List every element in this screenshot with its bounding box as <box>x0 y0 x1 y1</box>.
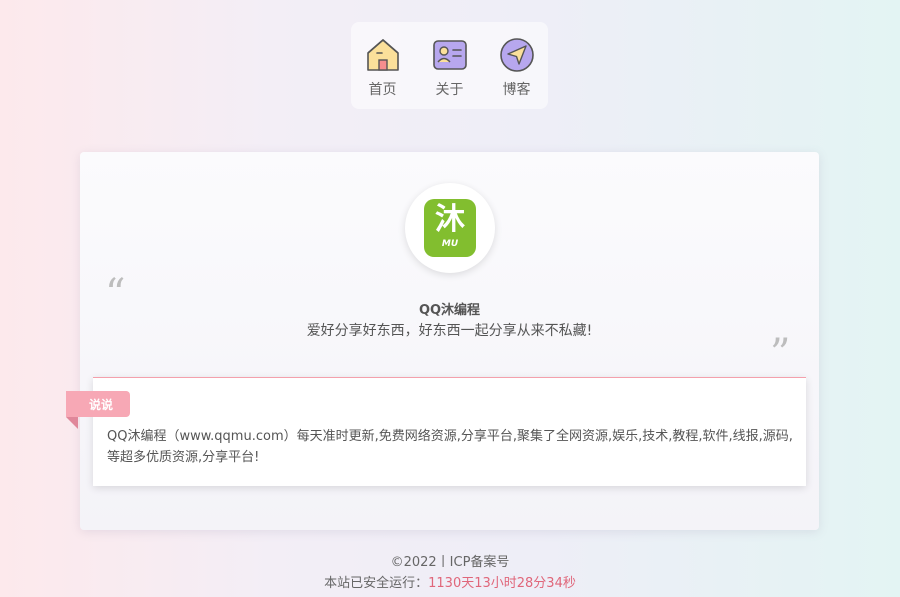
nav-item-home[interactable]: 首页 <box>363 36 403 109</box>
avatar[interactable]: 沐 MU <box>405 183 495 273</box>
logo-sub-text: MU <box>441 239 459 249</box>
site-name: QQ沐编程 <box>418 303 481 318</box>
id-card-icon <box>432 40 467 70</box>
shuoshuo-card: 说说 QQ沐编程（www.qqmu.com）每天准时更新,免费网络资源,分享平台… <box>66 377 806 486</box>
nav-label-home: 首页 <box>368 82 397 98</box>
copyright-text[interactable]: ©2022丨ICP备案号 <box>391 555 510 570</box>
shuoshuo-tag: 说说 <box>66 391 130 417</box>
home-icon <box>366 39 399 71</box>
footer-copyright[interactable]: ©2022丨ICP备案号 <box>0 551 900 570</box>
navigation-arrow-icon <box>499 38 534 72</box>
runtime-label: 本站已安全运行： <box>324 576 429 591</box>
ribbon-fold <box>66 417 78 429</box>
close-quote-icon: ” <box>770 331 791 377</box>
footer-runtime: 本站已安全运行：1130天13小时28分34秒 <box>0 572 900 591</box>
nav-label-about: 关于 <box>435 82 464 98</box>
top-nav: 首页 关于 博客 <box>351 22 548 109</box>
site-logo: 沐 MU <box>424 199 476 257</box>
runtime-value: 1130天13小时28分34秒 <box>428 576 576 591</box>
profile-card: 沐 MU “ QQ沐编程 爱好分享好东西，好东西一起分享从来不私藏! ” 说说 … <box>66 152 819 530</box>
shuoshuo-text: QQ沐编程（www.qqmu.com）每天准时更新,免费网络资源,分享平台,聚集… <box>107 429 793 465</box>
logo-main-char: 沐 <box>435 202 465 237</box>
nav-item-blog[interactable]: 博客 <box>497 36 537 109</box>
nav-label-blog: 博客 <box>502 82 531 98</box>
nav-item-about[interactable]: 关于 <box>430 36 470 109</box>
site-motto: 爱好分享好东西，好东西一起分享从来不私藏! <box>306 323 593 339</box>
